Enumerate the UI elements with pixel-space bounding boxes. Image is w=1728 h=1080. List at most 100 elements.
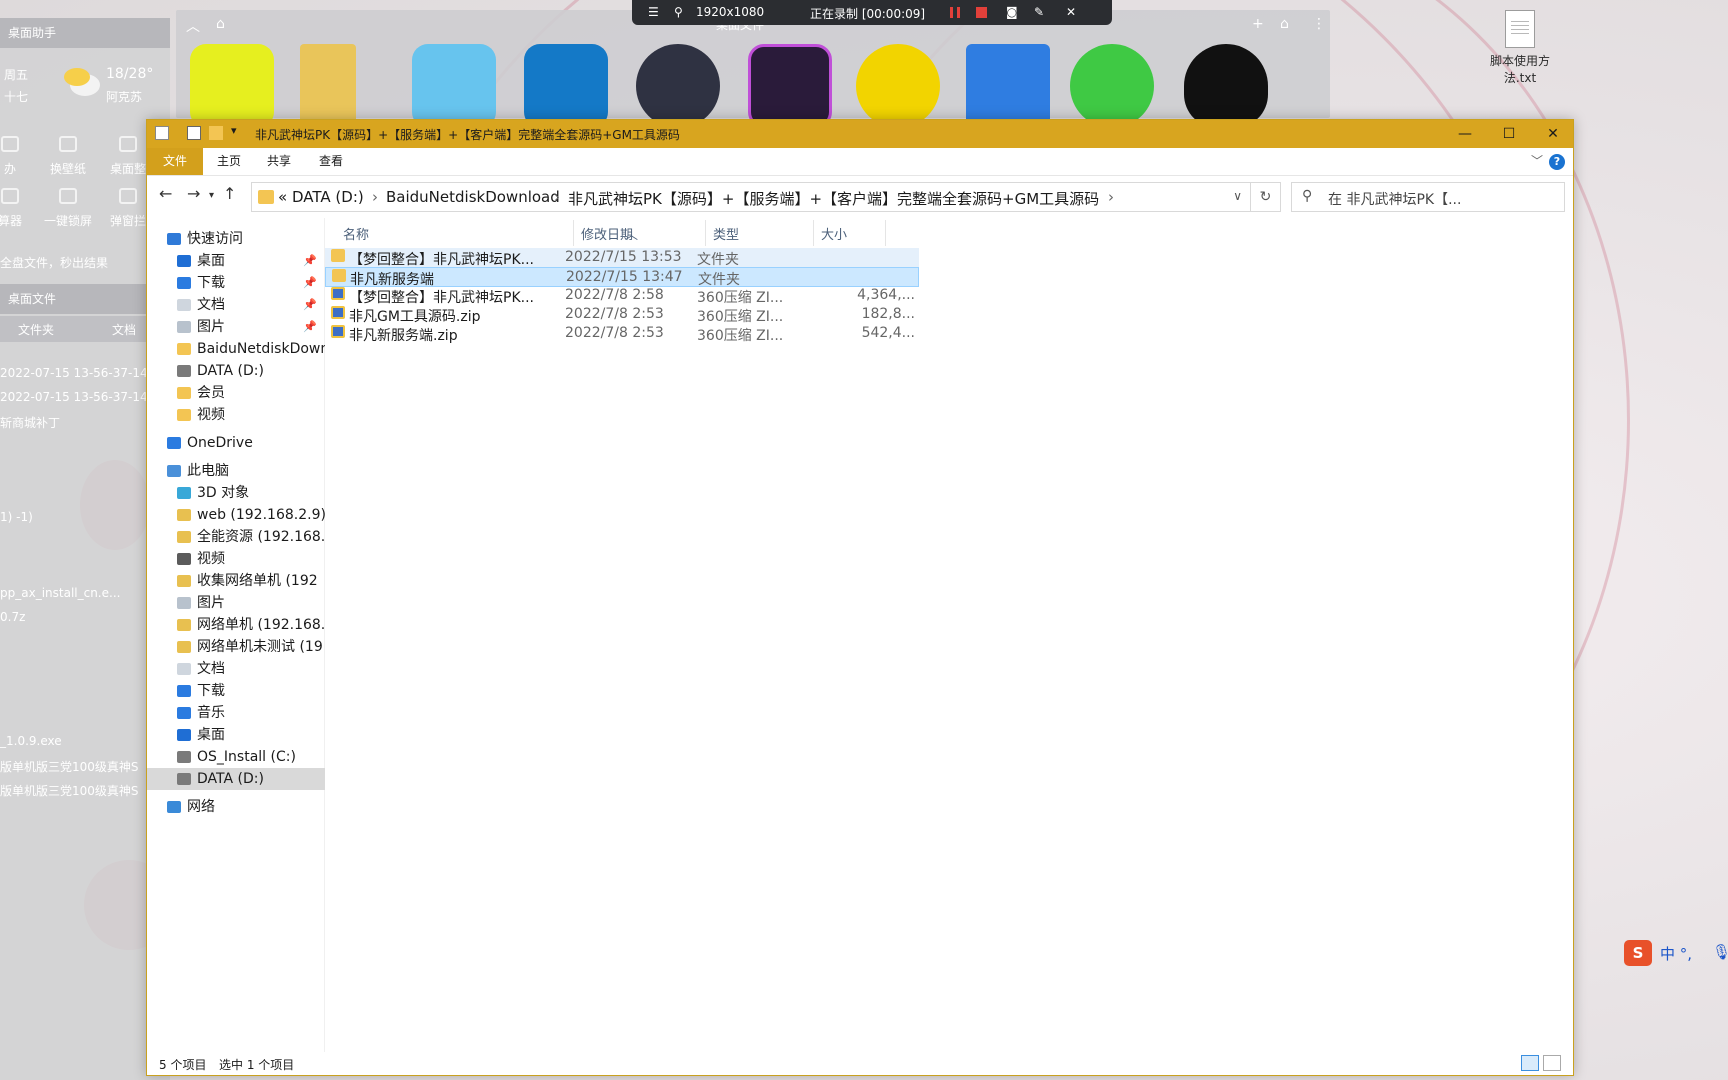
nav-item[interactable]: BaiduNetdiskDownload: [147, 338, 325, 360]
nav-item[interactable]: 快速访问: [147, 228, 325, 250]
more-icon[interactable]: ⋮: [1312, 16, 1326, 32]
forward-arrow-icon[interactable]: →: [187, 184, 200, 203]
wechat-icon[interactable]: [1070, 44, 1154, 128]
nav-item[interactable]: web (192.168.2.9): [147, 504, 325, 526]
tab-folders[interactable]: 文件夹: [18, 321, 54, 338]
pin-icon[interactable]: ⚲: [674, 5, 683, 19]
column-name[interactable]: 名称: [343, 224, 369, 243]
properties-icon[interactable]: [187, 126, 201, 140]
breadcrumb-data-drive[interactable]: DATA (D:): [292, 188, 364, 206]
column-size[interactable]: 大小: [821, 224, 847, 243]
tab-documents[interactable]: 文档: [112, 321, 136, 338]
new-folder-icon[interactable]: [209, 126, 223, 140]
nav-item[interactable]: 音乐: [147, 702, 325, 724]
nav-item[interactable]: 网络: [147, 796, 325, 818]
nav-item[interactable]: 文档: [147, 658, 325, 680]
live-anime-icon[interactable]: [412, 44, 496, 128]
nav-item[interactable]: 全能资源 (192.168.: [147, 526, 325, 548]
chevron-up-icon[interactable]: ︿: [186, 16, 200, 36]
breadcrumb-current[interactable]: 非凡武神坛PK【源码】+【服务端】+【客户端】完整端全套源码+GM工具源码: [568, 188, 1099, 209]
close-icon[interactable]: ✕: [1066, 5, 1076, 19]
nav-item[interactable]: 网络单机未测试 (19: [147, 636, 325, 658]
tab-file[interactable]: 文件: [147, 148, 203, 175]
desktop-file-item[interactable]: 0.7z: [0, 610, 170, 624]
desktop-txt-file[interactable]: 脚本使用方法.txt: [1484, 10, 1556, 86]
nav-item[interactable]: 3D 对象: [147, 482, 325, 504]
camera-icon[interactable]: ◙: [1006, 5, 1018, 19]
desktop-file-item[interactable]: _1.0.9.exe: [0, 734, 170, 748]
nav-item[interactable]: 网络单机 (192.168.: [147, 614, 325, 636]
close-button[interactable]: ✕: [1533, 120, 1573, 148]
stop-icon[interactable]: [976, 7, 987, 18]
breadcrumb-baidu[interactable]: BaiduNetdiskDownload: [386, 188, 560, 206]
recent-locations-icon[interactable]: ▾: [209, 190, 214, 201]
column-divider[interactable]: [573, 220, 574, 246]
details-view-button[interactable]: [1521, 1055, 1539, 1071]
nav-item[interactable]: OneDrive: [147, 432, 325, 454]
address-bar[interactable]: « DATA (D:) › BaiduNetdiskDownload › 非凡武…: [251, 182, 1251, 212]
nav-item[interactable]: DATA (D:): [147, 768, 325, 790]
tool-lock-screen[interactable]: 一键锁屏: [40, 188, 96, 229]
notes-icon[interactable]: [966, 44, 1050, 128]
nav-item[interactable]: 桌面: [147, 724, 325, 746]
game-icon[interactable]: [190, 44, 274, 128]
folder-icon[interactable]: [300, 44, 356, 128]
chevron-down-icon[interactable]: ∨: [1233, 189, 1242, 203]
nav-item[interactable]: 会员: [147, 382, 325, 404]
tab-home[interactable]: 主页: [203, 148, 255, 175]
pause-icon[interactable]: [950, 7, 960, 18]
minimize-button[interactable]: —: [1445, 120, 1485, 148]
tab-share[interactable]: 共享: [253, 148, 305, 175]
nav-item[interactable]: 桌面 📌: [147, 250, 325, 272]
nav-item[interactable]: OS_Install (C:): [147, 746, 325, 768]
desktop-file-item[interactable]: pp_ax_install_cn.e...: [0, 586, 170, 600]
up-arrow-icon[interactable]: ↑: [223, 184, 236, 203]
help-button[interactable]: ?: [1549, 154, 1565, 170]
refresh-button[interactable]: ↻: [1251, 182, 1281, 212]
nav-item[interactable]: 文档 📌: [147, 294, 325, 316]
desktop-file-item[interactable]: 版单机版三党100级真神S: [0, 758, 170, 775]
tool-office[interactable]: 办: [0, 136, 38, 177]
tool-calculator[interactable]: 算器: [0, 188, 38, 229]
expand-ribbon-icon[interactable]: ﹀: [1531, 152, 1543, 169]
nav-item[interactable]: DATA (D:): [147, 360, 325, 382]
home-icon[interactable]: ⌂: [1280, 16, 1289, 32]
lock-icon[interactable]: ⌂: [216, 16, 225, 32]
large-icons-view-button[interactable]: [1543, 1055, 1561, 1071]
nav-item[interactable]: 图片: [147, 592, 325, 614]
search-tip[interactable]: 全盘文件，秒出结果: [0, 254, 108, 271]
pen-icon[interactable]: ✎: [1034, 5, 1044, 19]
file-row[interactable]: 非凡GM工具源码.zip 2022/7/8 2:53 360压缩 ZI... 182,…: [325, 305, 919, 325]
microphone-icon[interactable]: 🎙: [1712, 943, 1728, 961]
breadcrumb-overflow[interactable]: «: [278, 188, 287, 206]
maximize-button[interactable]: ☐: [1489, 120, 1529, 148]
tab-view[interactable]: 查看: [305, 148, 357, 175]
electron-icon[interactable]: [636, 44, 720, 128]
nav-item[interactable]: 此电脑: [147, 460, 325, 482]
nav-item[interactable]: 图片 📌: [147, 316, 325, 338]
music-icon[interactable]: [856, 44, 940, 128]
desktop-file-item[interactable]: 2022-07-15 13-56-37-14...: [0, 390, 170, 404]
file-row[interactable]: 【梦回整合】非凡武神坛PK... 2022/7/8 2:58 360压缩 ZI...…: [325, 286, 919, 306]
title-bar[interactable]: ▾ 非凡武神坛PK【源码】+【服务端】+【客户端】完整端全套源码+GM工具源码 …: [147, 120, 1573, 148]
desktop-file-item[interactable]: 斩商城补丁: [0, 414, 170, 431]
vmware-icon[interactable]: [524, 44, 608, 128]
add-icon[interactable]: +: [1252, 16, 1264, 32]
nav-item[interactable]: 下载: [147, 680, 325, 702]
desktop-file-item[interactable]: 1) -1): [0, 510, 170, 524]
file-row[interactable]: 非凡新服务端 2022/7/15 13:47 文件夹: [325, 267, 919, 288]
chevron-down-icon[interactable]: ▾: [231, 124, 237, 137]
desktop-file-item[interactable]: 版单机版三党100级真神S: [0, 782, 170, 799]
file-row[interactable]: 非凡新服务端.zip 2022/7/8 2:53 360压缩 ZI... 542,4.…: [325, 324, 919, 344]
column-divider[interactable]: [813, 220, 814, 246]
desktop-file-item[interactable]: 2022-07-15 13-56-37-14...: [0, 366, 170, 380]
ime-indicator[interactable]: S 中 °, 🎙: [1622, 936, 1728, 970]
tool-wallpaper[interactable]: 换壁纸: [40, 136, 96, 177]
nav-item[interactable]: 视频: [147, 404, 325, 426]
nav-item[interactable]: 视频: [147, 548, 325, 570]
column-divider[interactable]: [885, 220, 886, 246]
editor-icon[interactable]: [748, 44, 832, 128]
nav-item[interactable]: 收集网络单机 (192: [147, 570, 325, 592]
menu-icon[interactable]: ☰: [648, 5, 659, 19]
back-arrow-icon[interactable]: ←: [159, 184, 172, 203]
